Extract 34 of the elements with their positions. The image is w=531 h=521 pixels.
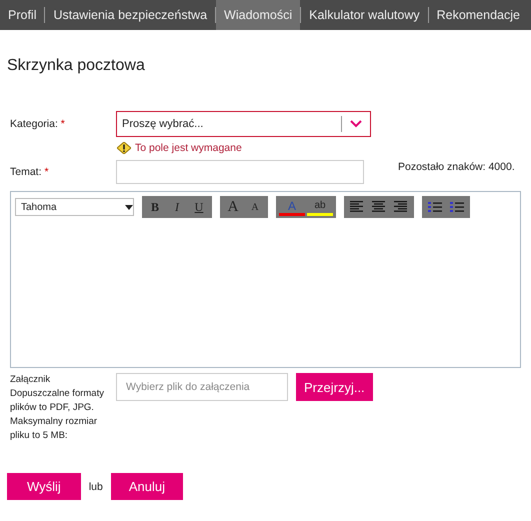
field-label: Kategoria: * — [10, 118, 66, 130]
grow-font-button[interactable]: A — [223, 197, 243, 217]
nav-tab[interactable]: Ustawienia bezpieczeństwa — [45, 0, 216, 30]
subject-field[interactable] — [116, 160, 364, 184]
italic-button[interactable]: I — [167, 197, 187, 217]
font-select[interactable]: Tahoma — [15, 198, 134, 216]
attachment-label: Załącznik Dopuszczalne formaty plików to PDF, JPG. Maksymalny rozmiar pliku to 5 MB: — [10, 373, 105, 443]
nav-tab[interactable]: Profil — [0, 0, 44, 30]
category-select[interactable]: Proszę wybrać... — [116, 111, 371, 137]
bold-button[interactable]: B — [145, 197, 165, 217]
cancel-button[interactable]: Anuluj — [110, 473, 183, 500]
align-left-icon — [350, 201, 364, 213]
underline-button[interactable]: U — [189, 197, 209, 217]
align-right-icon — [394, 201, 408, 213]
error-message: To pole jest wymagane — [135, 142, 242, 154]
page-title: Skrzynka pocztowa — [7, 57, 146, 75]
caret-icon — [125, 204, 133, 210]
browse-button[interactable]: Przejrzyj... — [296, 373, 373, 401]
bullet-list-icon — [450, 201, 464, 213]
send-button[interactable]: Wyślij — [7, 473, 81, 500]
warning-icon — [117, 142, 131, 154]
character-counter: Pozostało znaków: 4000. — [398, 161, 515, 173]
nav-tab[interactable]: Rekomendacje — [428, 0, 528, 30]
align-center-icon — [372, 201, 386, 213]
shrink-font-button[interactable]: A — [245, 197, 265, 217]
field-label: Temat: * — [10, 166, 50, 178]
chevron-down-icon — [350, 120, 362, 128]
file-field[interactable]: Wybierz plik do załączenia — [116, 373, 288, 401]
nav-tab[interactable]: Kalkulator walutowy — [301, 0, 428, 30]
separator-text: lub — [88, 480, 103, 492]
nav-tab[interactable]: Wiadomości — [216, 0, 300, 30]
text-editor[interactable]: Tahoma B I U A A A ab — [10, 191, 521, 368]
numbered-list-icon — [428, 201, 442, 213]
highlight-button[interactable]: ab — [307, 198, 333, 216]
